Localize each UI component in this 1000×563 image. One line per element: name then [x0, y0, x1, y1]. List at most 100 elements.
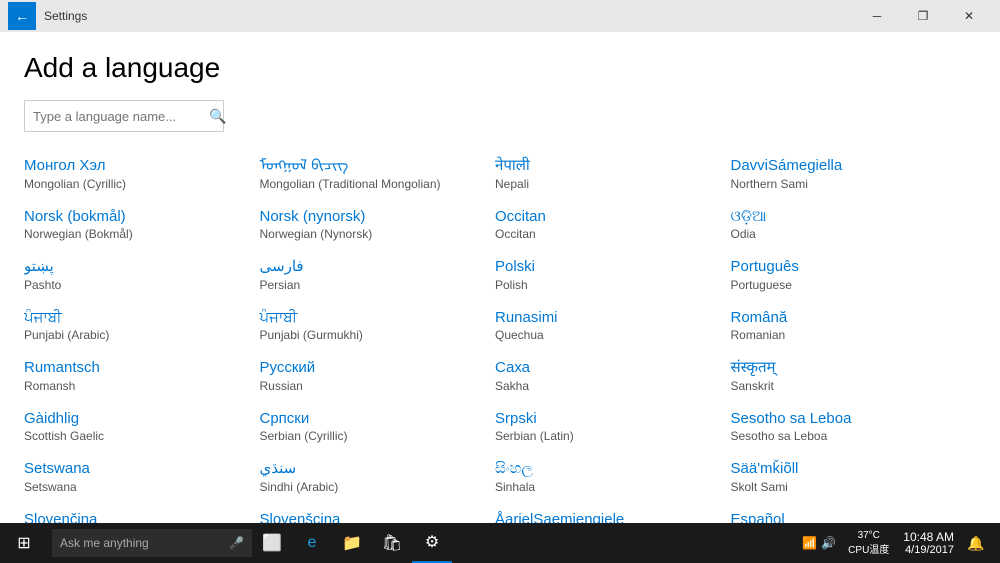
language-item[interactable]: Slovenčina Slovak — [24, 502, 260, 524]
language-native-name: Саха — [495, 358, 727, 378]
language-native-name: नेपाली — [495, 156, 727, 176]
edge-button[interactable]: e — [292, 523, 332, 563]
language-item[interactable]: Монгол Хэл Mongolian (Cyrillic) — [24, 148, 260, 199]
language-item[interactable]: Norsk (nynorsk) Norwegian (Nynorsk) — [260, 199, 496, 250]
language-native-name: ਪੰਜਾਬੀ — [24, 308, 256, 328]
language-native-name: ਪੰਜਾਬੀ — [260, 308, 492, 328]
language-english-name: Serbian (Latin) — [495, 429, 727, 443]
notification-button[interactable]: 🔔 — [960, 523, 992, 563]
language-item[interactable]: Slovenšcina Slovenian — [260, 502, 496, 524]
minimize-button[interactable]: ─ — [854, 0, 900, 32]
edge-icon: e — [308, 534, 317, 552]
language-item[interactable]: Srpski Serbian (Latin) — [495, 401, 731, 452]
language-item[interactable]: Српски Serbian (Cyrillic) — [260, 401, 496, 452]
language-item[interactable]: ÅarjelSaemiengiele Southern Sami — [495, 502, 731, 524]
folder-icon: 📁 — [342, 533, 362, 553]
search-box: 🔍 — [24, 100, 224, 132]
language-native-name: Polski — [495, 257, 727, 277]
cpu-label: CPU温度 — [848, 541, 889, 556]
search-button[interactable]: 🔍 — [209, 108, 226, 125]
back-button[interactable]: ← — [8, 2, 36, 30]
language-native-name: ÅarjelSaemiengiele — [495, 510, 727, 524]
task-view-icon: ⬜ — [262, 533, 282, 553]
language-item[interactable]: Rumantsch Romansh — [24, 350, 260, 401]
language-item[interactable]: ਪੰਜਾਬੀ Punjabi (Arabic) — [24, 300, 260, 351]
language-english-name: Sakha — [495, 379, 727, 393]
language-native-name: Occitan — [495, 207, 727, 227]
language-item[interactable]: සිංහල Sinhala — [495, 451, 731, 502]
language-item[interactable]: Português Portuguese — [731, 249, 967, 300]
language-english-name: Mongolian (Traditional Mongolian) — [260, 177, 492, 191]
taskbar: ⊞ Ask me anything 🎤 ⬜ e 📁 🛍 ⚙ 📶 🔊 — [0, 523, 1000, 563]
language-english-name: Serbian (Cyrillic) — [260, 429, 492, 443]
close-button[interactable]: ✕ — [946, 0, 992, 32]
settings-button[interactable]: ⚙ — [412, 523, 452, 563]
language-item[interactable]: ਪੰਜਾਬੀ Punjabi (Gurmukhi) — [260, 300, 496, 351]
language-item[interactable]: Română Romanian — [731, 300, 967, 351]
language-native-name: Русский — [260, 358, 492, 378]
language-english-name: Polish — [495, 278, 727, 292]
language-english-name: Nepali — [495, 177, 727, 191]
main-content: Add a language 🔍 Монгол Хэл Mongolian (C… — [0, 32, 1000, 523]
language-native-name: Sesotho sa Leboa — [731, 409, 963, 429]
clock[interactable]: 10:48 AM 4/19/2017 — [903, 530, 954, 556]
language-item[interactable]: Sesotho sa Leboa Sesotho sa Leboa — [731, 401, 967, 452]
language-english-name: Pashto — [24, 278, 256, 292]
language-item[interactable]: Norsk (bokmål) Norwegian (Bokmål) — [24, 199, 260, 250]
language-native-name: Runasimi — [495, 308, 727, 328]
language-english-name: Sindhi (Arabic) — [260, 480, 492, 494]
network-icon[interactable]: 📶 — [802, 536, 817, 550]
settings-icon: ⚙ — [425, 532, 439, 552]
language-native-name: پښتو — [24, 257, 256, 277]
language-item[interactable]: नेपाली Nepali — [495, 148, 731, 199]
language-english-name: Persian — [260, 278, 492, 292]
language-item[interactable]: Sää'mǩiõll Skolt Sami — [731, 451, 967, 502]
language-item[interactable]: संस्कृतम् Sanskrit — [731, 350, 967, 401]
task-view-button[interactable]: ⬜ — [252, 523, 292, 563]
taskbar-left: ⊞ Ask me anything 🎤 ⬜ e 📁 🛍 ⚙ — [0, 523, 452, 563]
explorer-button[interactable]: 📁 — [332, 523, 372, 563]
language-item[interactable]: Polski Polish — [495, 249, 731, 300]
language-english-name: Skolt Sami — [731, 480, 963, 494]
language-native-name: Slovenšcina — [260, 510, 492, 524]
language-item[interactable]: Русский Russian — [260, 350, 496, 401]
language-native-name: ᠮᠣᠩᠭᠣᠯ ᠪᠢᠴᠢᠭ᠌ — [260, 156, 492, 176]
search-input[interactable] — [33, 109, 209, 124]
cortana-search[interactable]: Ask me anything 🎤 — [52, 529, 252, 557]
store-button[interactable]: 🛍 — [372, 523, 412, 563]
page-title: Add a language — [24, 52, 976, 84]
language-item[interactable]: Runasimi Quechua — [495, 300, 731, 351]
language-english-name: Romansh — [24, 379, 256, 393]
language-item[interactable]: Español Spanish — [731, 502, 967, 524]
language-native-name: संस्कृतम् — [731, 358, 963, 378]
back-icon: ← — [15, 8, 29, 24]
language-item[interactable]: ᠮᠣᠩᠭᠣᠯ ᠪᠢᠴᠢᠭ᠌ Mongolian (Traditional Mon… — [260, 148, 496, 199]
restore-button[interactable]: ❐ — [900, 0, 946, 32]
taskbar-right: 📶 🔊 37°C CPU温度 10:48 AM 4/19/2017 🔔 — [794, 523, 1000, 563]
language-english-name: Occitan — [495, 227, 727, 241]
language-english-name: Norwegian (Nynorsk) — [260, 227, 492, 241]
language-item[interactable]: پښتو Pashto — [24, 249, 260, 300]
language-item[interactable]: Саха Sakha — [495, 350, 731, 401]
language-item[interactable]: سنڌي Sindhi (Arabic) — [260, 451, 496, 502]
language-item[interactable]: Occitan Occitan — [495, 199, 731, 250]
cpu-temp: 37°C — [858, 530, 880, 541]
clock-date: 4/19/2017 — [905, 544, 954, 556]
start-button[interactable]: ⊞ — [0, 523, 48, 563]
language-item[interactable]: Gàidhlig Scottish Gaelic — [24, 401, 260, 452]
title-bar: ← Settings ─ ❐ ✕ — [0, 0, 1000, 32]
language-english-name: Scottish Gaelic — [24, 429, 256, 443]
language-item[interactable]: Setswana Setswana — [24, 451, 260, 502]
language-native-name: Norsk (bokmål) — [24, 207, 256, 227]
cpu-info: 37°C CPU温度 — [848, 530, 889, 556]
language-native-name: Español — [731, 510, 963, 524]
language-item[interactable]: ଓଡ଼ିଆ Odia — [731, 199, 967, 250]
language-native-name: ଓଡ଼ିଆ — [731, 207, 963, 227]
volume-icon[interactable]: 🔊 — [821, 536, 836, 550]
language-native-name: Монгол Хэл — [24, 156, 256, 176]
language-native-name: Sää'mǩiõll — [731, 459, 963, 479]
language-item[interactable]: DavviSámegiella Northern Sami — [731, 148, 967, 199]
language-english-name: Sinhala — [495, 480, 727, 494]
notification-icon: 🔔 — [967, 535, 984, 552]
language-item[interactable]: فارسی Persian — [260, 249, 496, 300]
